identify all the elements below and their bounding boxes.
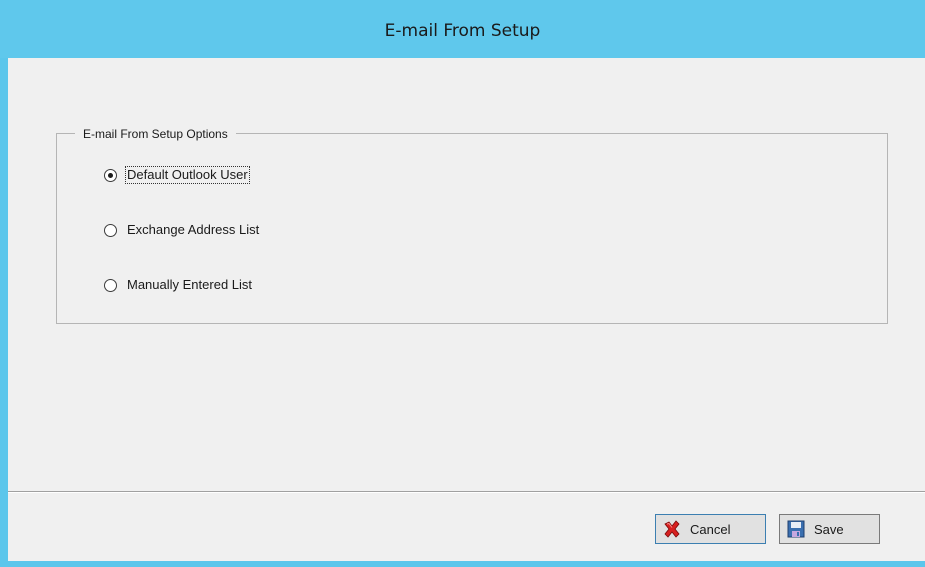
option-manually-entered-list[interactable]: Manually Entered List [104, 276, 253, 294]
option-label[interactable]: Exchange Address List [126, 222, 260, 238]
floppy-disk-icon [787, 520, 805, 538]
option-label[interactable]: Manually Entered List [126, 277, 253, 293]
radio-button[interactable] [104, 223, 117, 237]
dialog-window: E-mail From Setup E-mail From Setup Opti… [0, 0, 925, 567]
option-label[interactable]: Default Outlook User [125, 166, 250, 184]
window-title: E-mail From Setup [384, 21, 541, 41]
save-button-label: Save [814, 521, 844, 537]
cancel-button-label: Cancel [690, 521, 731, 537]
groupbox-legend: E-mail From Setup Options [75, 126, 236, 142]
save-button[interactable]: Save [779, 514, 880, 544]
dialog-body: E-mail From Setup Options Default Outloo… [8, 58, 925, 561]
window-bottom-border [0, 561, 925, 567]
option-exchange-address-list[interactable]: Exchange Address List [104, 221, 260, 239]
radio-button-selected[interactable] [104, 168, 117, 182]
cancel-button[interactable]: Cancel [655, 514, 766, 544]
footer-separator [8, 491, 925, 493]
title-bar[interactable]: E-mail From Setup [0, 0, 925, 58]
radio-selected-dot [108, 172, 113, 178]
option-default-outlook-user[interactable]: Default Outlook User [104, 166, 250, 184]
red-x-icon [664, 520, 680, 538]
options-groupbox: E-mail From Setup Options Default Outloo… [56, 126, 888, 324]
radio-button[interactable] [104, 278, 117, 292]
